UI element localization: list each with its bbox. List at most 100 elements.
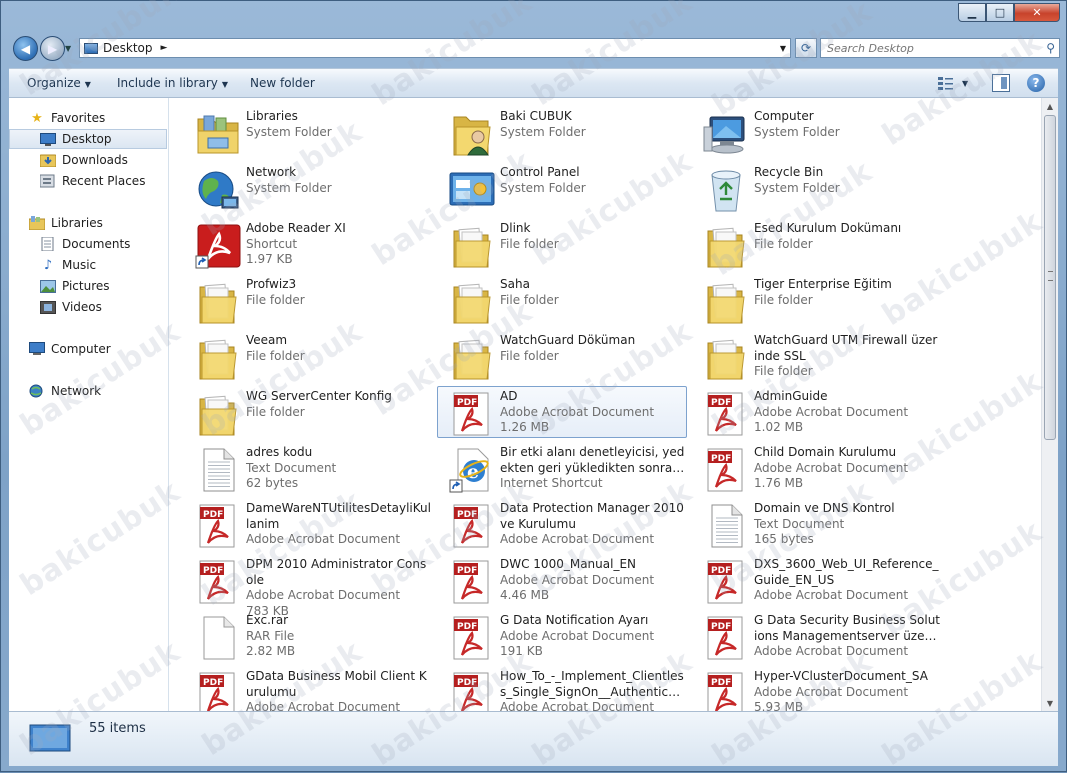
file-item[interactable]: Baki CUBUK System Folder: [437, 106, 687, 158]
file-item[interactable]: Veeam File folder: [183, 330, 433, 382]
close-button[interactable]: ✕: [1014, 3, 1060, 22]
file-item[interactable]: WatchGuard UTM Firewall üzerinde SSL File…: [691, 330, 941, 382]
star-icon: ★: [31, 110, 43, 126]
file-type: File folder: [754, 364, 813, 379]
preview-pane-icon[interactable]: [992, 74, 1010, 92]
file-item[interactable]: Adobe Reader XI Shortcut 1.97 KB: [183, 218, 433, 270]
nav-favorites[interactable]: ★ Favorites: [9, 108, 167, 128]
file-item[interactable]: PDF G Data Security Business Solutions Ma…: [691, 610, 941, 662]
folder-icon: [702, 279, 750, 325]
nav-recent-places[interactable]: Recent Places: [9, 171, 167, 191]
file-item[interactable]: Tiger Enterprise Eğitim File folder: [691, 274, 941, 326]
scroll-up-icon[interactable]: ▲: [1044, 99, 1056, 113]
file-item[interactable]: PDF Child Domain Kurulumu Adobe Acrobat Do…: [691, 442, 941, 494]
file-item[interactable]: e Bir etki alanı denetleyicisi, yedekten …: [437, 442, 687, 494]
file-item[interactable]: Recycle Bin System Folder: [691, 162, 941, 214]
organize-button[interactable]: Organize ▼: [27, 76, 91, 90]
file-name: DPM 2010 Administrator Console: [246, 557, 427, 587]
view-options-dropdown[interactable]: ▼: [962, 79, 968, 88]
file-item[interactable]: adres kodu Text Document 62 bytes: [183, 442, 433, 494]
file-item[interactable]: PDF DPM 2010 Administrator Console Adobe A…: [183, 554, 433, 618]
file-item-text: Profwiz3 File folder: [246, 277, 432, 308]
file-item[interactable]: WatchGuard Döküman File folder: [437, 330, 687, 382]
refresh-button[interactable]: ⟳: [795, 38, 817, 58]
computer-icon: [29, 342, 45, 356]
file-type: Adobe Acrobat Document: [500, 404, 655, 419]
file-item[interactable]: PDF DWC 1000_Manual_EN Adobe Acrobat Docum…: [437, 554, 687, 606]
file-item[interactable]: Exc.rar RAR File 2.82 MB: [183, 610, 433, 662]
file-size: 165 bytes: [754, 532, 814, 547]
nav-network[interactable]: Network: [9, 381, 167, 401]
scroll-down-icon[interactable]: ▼: [1044, 696, 1056, 710]
file-item[interactable]: Profwiz3 File folder: [183, 274, 433, 326]
file-item[interactable]: Libraries System Folder: [183, 106, 433, 158]
nav-libraries[interactable]: Libraries: [9, 213, 167, 233]
file-type: Adobe Acrobat Document: [754, 644, 909, 659]
nav-pictures[interactable]: Pictures: [9, 276, 167, 296]
breadcrumb-chevron-icon[interactable]: ►: [161, 43, 168, 53]
nav-computer[interactable]: Computer: [9, 339, 167, 359]
new-folder-button[interactable]: New folder: [250, 76, 315, 90]
control-panel-icon: [448, 167, 496, 213]
file-item[interactable]: Computer System Folder: [691, 106, 941, 158]
search-icon[interactable]: ⚲: [1046, 41, 1055, 55]
file-item[interactable]: Dlink File folder: [437, 218, 687, 270]
file-item[interactable]: Network System Folder: [183, 162, 433, 214]
file-type: Adobe Acrobat Document: [500, 628, 655, 643]
file-item-text: Tiger Enterprise Eğitim File folder: [754, 277, 940, 308]
organize-label: Organize: [27, 76, 81, 90]
address-bar[interactable]: Desktop ► ▼: [79, 38, 791, 58]
file-item[interactable]: PDF G Data Notification Ayarı Adobe Acroba…: [437, 610, 687, 662]
file-type: File folder: [500, 292, 559, 307]
file-item[interactable]: Domain ve DNS Kontrol Text Document 165 by…: [691, 498, 941, 550]
file-name: AdminGuide: [754, 389, 828, 403]
scrollbar-thumb[interactable]: [1044, 115, 1056, 440]
file-item[interactable]: PDF GData Business Mobil Client Kurulumu A…: [183, 666, 433, 711]
forward-button[interactable]: ▶: [40, 36, 65, 61]
file-name: Network: [246, 165, 297, 179]
file-item[interactable]: PDF Hyper-VClusterDocument_SA Adobe Acroba…: [691, 666, 941, 711]
file-item[interactable]: PDF Data Protection Manager 2010 ve Kurul…: [437, 498, 687, 550]
nav-downloads[interactable]: Downloads: [9, 150, 167, 170]
maximize-button[interactable]: □: [986, 3, 1014, 22]
breadcrumb-desktop[interactable]: Desktop: [103, 41, 153, 55]
folder-icon: [702, 223, 750, 269]
grip-icon: [1048, 271, 1053, 281]
file-name: Recycle Bin: [754, 165, 824, 179]
search-box[interactable]: ⚲: [820, 38, 1060, 58]
file-item[interactable]: PDF DameWareNTUtilitesDetayliKullanim Adob…: [183, 498, 433, 550]
search-input[interactable]: [821, 40, 1039, 56]
nav-label: Favorites: [51, 111, 106, 125]
vertical-scrollbar[interactable]: ▲ ▼: [1041, 98, 1058, 711]
help-icon[interactable]: ?: [1027, 74, 1045, 92]
address-dropdown-icon[interactable]: ▼: [780, 44, 786, 53]
folder-icon: [448, 335, 496, 381]
nav-videos[interactable]: Videos: [9, 297, 167, 317]
file-item[interactable]: PDF AD Adobe Acrobat Document 1.26 MB: [437, 386, 687, 438]
file-name: WG ServerCenter Konfig: [246, 389, 392, 403]
nav-desktop[interactable]: Desktop: [9, 129, 167, 149]
file-item[interactable]: WG ServerCenter Konfig File folder: [183, 386, 433, 438]
change-view-icon[interactable]: [937, 74, 955, 92]
file-item-text: Control Panel System Folder: [500, 165, 686, 196]
recent-pages-dropdown[interactable]: ▼: [65, 44, 71, 53]
file-name: Esed Kurulum Dokümanı: [754, 221, 902, 235]
back-button[interactable]: ◀: [13, 36, 38, 61]
network-globe-icon: [194, 167, 242, 213]
file-item[interactable]: PDF How_To_-_Implement_Clientless_Single_…: [437, 666, 687, 711]
file-item[interactable]: Saha File folder: [437, 274, 687, 326]
file-type: Shortcut: [246, 236, 298, 251]
include-in-library-button[interactable]: Include in library ▼: [117, 76, 228, 90]
pdf-icon: PDF: [194, 559, 242, 605]
file-item[interactable]: PDF DXS_3600_Web_UI_Reference_Guide_EN_US…: [691, 554, 941, 606]
file-name: Domain ve DNS Kontrol: [754, 501, 895, 515]
file-item[interactable]: Control Panel System Folder: [437, 162, 687, 214]
file-type: Text Document: [754, 516, 845, 531]
nav-documents[interactable]: Documents: [9, 234, 167, 254]
minimize-button[interactable]: ▁: [958, 3, 986, 22]
file-item[interactable]: Esed Kurulum Dokümanı File folder: [691, 218, 941, 270]
file-item-text: DWC 1000_Manual_EN Adobe Acrobat Document…: [500, 557, 686, 604]
nav-music[interactable]: ♪ Music: [9, 255, 167, 275]
file-name: Libraries: [246, 109, 298, 123]
file-item[interactable]: PDF AdminGuide Adobe Acrobat Document 1.02 …: [691, 386, 941, 438]
